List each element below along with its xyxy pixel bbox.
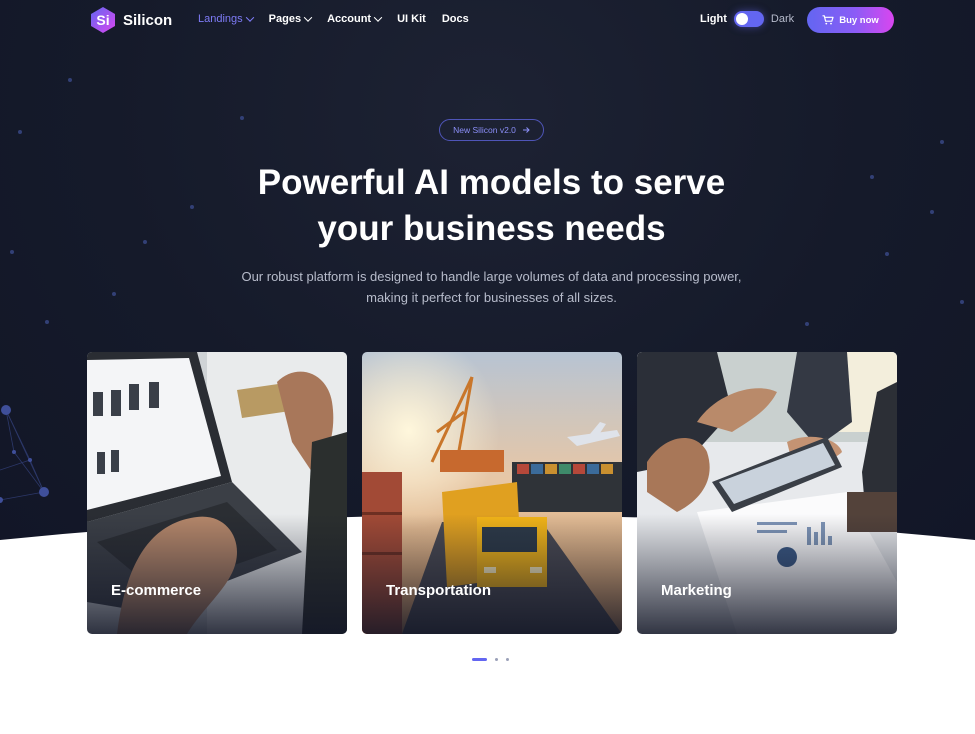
card-marketing[interactable]: Marketing	[637, 352, 897, 634]
decor-dot	[18, 130, 22, 134]
decor-dot	[805, 322, 809, 326]
toggle-knob	[735, 13, 748, 25]
nav-item-ui-kit[interactable]: UI Kit	[397, 13, 426, 25]
arrow-right-icon	[522, 127, 530, 133]
pagination-bullet-3[interactable]	[506, 658, 509, 661]
pagination-bullet-1[interactable]	[472, 658, 487, 661]
buy-now-button[interactable]: Buy now	[807, 7, 894, 33]
hero-description-line: making it perfect for businesses of all …	[366, 290, 617, 305]
chevron-down-icon	[245, 13, 254, 22]
decor-dot	[940, 140, 944, 144]
nav-item-docs[interactable]: Docs	[442, 13, 469, 25]
nav-item-landings[interactable]: Landings	[198, 13, 254, 25]
pagination-bullet-2[interactable]	[495, 658, 498, 661]
chevron-down-icon	[303, 13, 313, 22]
card-overlay	[362, 514, 622, 634]
main-nav: Landings Pages Account UI Kit Docs	[198, 13, 469, 25]
theme-toggle[interactable]	[733, 11, 764, 27]
navbar: Si Silicon Landings Pages Account UI Kit…	[0, 0, 975, 40]
hero-title-line: Powerful AI models to serve	[257, 163, 726, 202]
hero-description: Our robust platform is designed to handl…	[0, 266, 975, 308]
cart-icon	[822, 15, 834, 25]
card-label: Transportation	[386, 582, 492, 599]
new-version-badge[interactable]: New Silicon v2.0	[439, 119, 544, 141]
nav-item-label: Docs	[441, 13, 469, 25]
brand-name: Silicon	[123, 11, 173, 29]
theme-switch: Light Dark	[700, 11, 794, 27]
chevron-down-icon	[373, 13, 383, 22]
card-ecommerce[interactable]: E-commerce	[87, 352, 347, 634]
card-overlay	[87, 514, 347, 634]
buy-now-label: Buy now	[839, 14, 879, 26]
brand-link[interactable]: Si Silicon	[89, 6, 172, 34]
nav-item-pages[interactable]: Pages	[268, 13, 313, 25]
hero-title: Powerful AI models to serve your busines…	[0, 160, 975, 252]
theme-dark-label: Dark	[770, 13, 795, 25]
hero-title-line: your business needs	[317, 209, 666, 248]
slider-pagination	[472, 658, 509, 661]
hero-description-line: Our robust platform is designed to handl…	[241, 269, 742, 284]
card-label: E-commerce	[111, 582, 202, 599]
nav-item-account[interactable]: Account	[327, 13, 383, 25]
silicon-logo-icon: Si	[89, 6, 117, 34]
theme-light-label: Light	[700, 13, 727, 25]
logo-text: Si	[96, 12, 110, 28]
nav-item-label: Account	[327, 13, 372, 25]
card-label: Marketing	[661, 582, 732, 599]
nav-item-label: UI Kit	[397, 13, 426, 25]
card-transportation[interactable]: Transportation	[362, 352, 622, 634]
decor-dot	[885, 252, 889, 256]
decor-dot	[45, 320, 49, 324]
badge-label: New Silicon v2.0	[453, 125, 516, 135]
nav-item-label: Landings	[198, 13, 243, 25]
nav-item-label: Pages	[268, 13, 302, 25]
decor-dot	[68, 78, 72, 82]
decor-dot	[240, 116, 244, 120]
card-overlay	[637, 514, 897, 634]
